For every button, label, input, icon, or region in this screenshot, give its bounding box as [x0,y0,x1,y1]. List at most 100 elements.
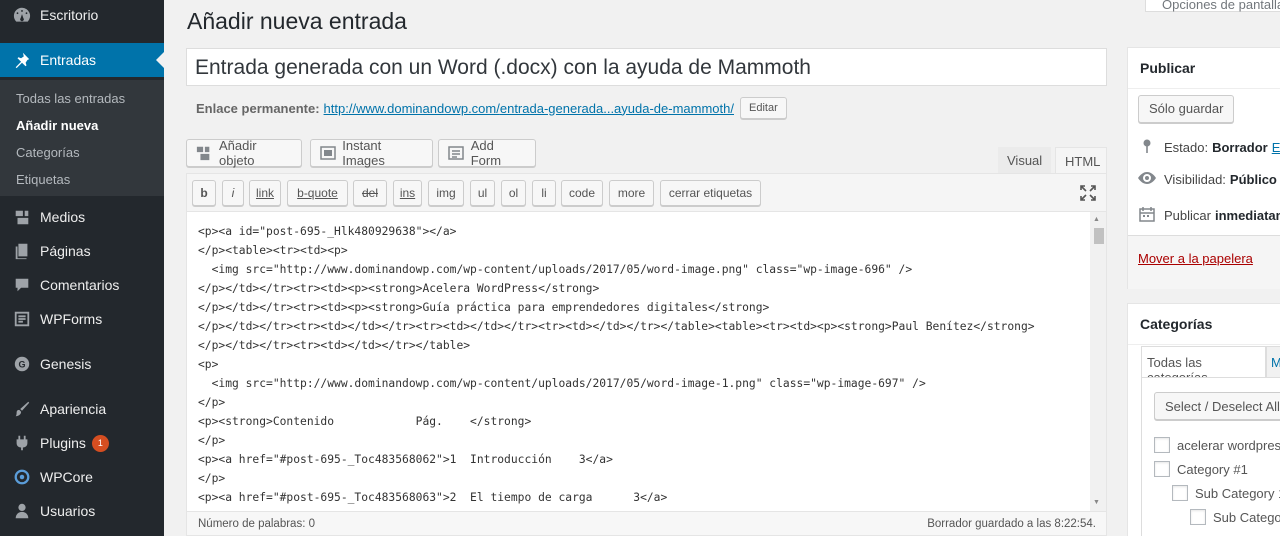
category-item[interactable]: Category #1 [1154,461,1248,477]
categories-box: Categorías Todas las categorías M Select… [1127,303,1280,536]
posts-submenu: Todas las entradas Añadir nueva Categorí… [0,80,164,196]
code-line: </p></td></tr><tr><td><p><strong>Guía pr… [198,301,770,314]
scroll-up-icon[interactable]: ▲ [1093,216,1100,223]
add-form-button[interactable]: Add Form [438,138,536,168]
sidebar-item-wpcore[interactable]: WPCore [0,460,164,494]
sidebar-item-label: Genesis [40,356,92,372]
pages-icon [12,241,32,261]
qt-img-button[interactable]: img [428,180,464,206]
editor-statusbar: Número de palabras: 0 Borrador guardado … [187,511,1106,535]
qt-italic-button[interactable]: i [222,180,244,206]
quicktags-toolbar: b i link b-quote del ins img ul ol li co… [187,174,1106,212]
code-line: <p><strong>Contenido Pág. </strong> [198,415,532,428]
qt-li-button[interactable]: li [532,180,556,206]
edit-permalink-button[interactable]: Editar [740,97,787,119]
visibility-value: Público [1229,172,1277,187]
category-checkbox[interactable] [1190,509,1206,525]
code-line: <p><a href="#post-695-_Toc483568063">2 E… [198,491,668,504]
submenu-tags[interactable]: Etiquetas [16,172,70,187]
sidebar-item-usuarios[interactable]: Usuarios [0,494,164,528]
sidebar-item-apariencia[interactable]: Apariencia [0,392,164,426]
plugin-icon [12,433,32,453]
sidebar-item-plugins[interactable]: Plugins 1 [0,426,164,460]
select-deselect-all-button[interactable]: Select / Deselect All [1154,392,1280,420]
screen-options-button[interactable]: Opciones de pantalla [1145,0,1280,12]
fullscreen-icon[interactable] [1079,184,1097,202]
forms-icon [12,309,32,329]
admin-sidebar: Escritorio Entradas Todas las entradas A… [0,0,164,536]
qt-del-button[interactable]: del [353,180,387,206]
schedule-row: Publicar inmediatam [1138,206,1280,225]
permalink-base: http://www.dominandowp.com/ [323,100,500,116]
qt-code-button[interactable]: code [561,180,603,206]
status-label: Estado: [1164,140,1209,155]
sidebar-item-label: Medios [40,209,86,225]
qt-bold-button[interactable]: b [192,180,216,206]
permalink-row: Enlace permanente: http://www.dominandow… [196,97,787,119]
submenu-all-posts[interactable]: Todas las entradas [16,91,125,106]
sidebar-item-label: Páginas [40,243,91,259]
scroll-down-icon[interactable]: ▼ [1093,499,1100,506]
category-item[interactable]: Sub Category 1 [1172,485,1280,501]
add-media-label: Añadir objeto [219,138,257,168]
qt-link-button[interactable]: link [249,180,281,206]
tab-popular-categories[interactable]: M [1266,346,1280,378]
code-line: </p><table><tr><td><p> [198,244,348,257]
media-icon [12,207,32,227]
sidebar-item-wpforms[interactable]: WPForms [0,302,164,336]
sidebar-item-medios[interactable]: Medios [0,200,164,234]
category-checkbox[interactable] [1154,437,1170,453]
submenu-categories[interactable]: Categorías [16,145,80,160]
category-label: Sub Category 1 [1195,485,1280,501]
category-checkbox[interactable] [1154,461,1170,477]
sidebar-item-genesis[interactable]: G Genesis [0,347,164,381]
comments-icon [12,275,32,295]
wpcore-icon [12,467,32,487]
tab-html[interactable]: HTML [1055,147,1107,174]
eye-icon [1138,172,1156,187]
sidebar-item-comentarios[interactable]: Comentarios [0,268,164,302]
pin-icon [1138,138,1156,157]
move-to-trash-link[interactable]: Mover a la papelera [1138,251,1253,266]
code-line: </p> [198,434,226,447]
qt-blockquote-button[interactable]: b-quote [287,180,348,206]
scroll-thumb[interactable] [1094,228,1104,244]
update-count-badge: 1 [91,434,109,452]
instant-images-button[interactable]: Instant Images [310,138,433,168]
calendar-icon [1138,206,1156,225]
category-checkbox[interactable] [1172,485,1188,501]
permalink-link[interactable]: http://www.dominandowp.com/entrada-gener… [324,101,734,116]
qt-more-button[interactable]: more [609,180,654,206]
code-line: <p><a href="#post-695-_Toc483568062">1 I… [198,453,613,466]
html-code-textarea[interactable]: <p><a id="post-695-_Hlk480929638"></a> </… [187,212,1090,511]
visibility-row: Visibilidad: Público E [1138,172,1280,187]
qt-close-tags-button[interactable]: cerrar etiquetas [660,180,761,206]
edit-status-link[interactable]: Edi [1272,140,1280,155]
sidebar-item-label: Usuarios [40,503,96,519]
post-title-input[interactable]: Entrada generada con un Word (.docx) con… [186,48,1107,86]
code-line: <img src="http://www.dominandowp.com/wp-… [198,263,913,276]
qt-ul-button[interactable]: ul [470,180,495,206]
tab-all-categories[interactable]: Todas las categorías [1141,346,1266,385]
schedule-label: Publicar [1164,208,1211,223]
category-item[interactable]: Sub Catego [1190,509,1280,525]
publish-title: Publicar [1128,48,1280,89]
editor-scrollbar[interactable]: ▲ ▼ [1090,212,1106,511]
sidebar-item-entradas[interactable]: Entradas [0,43,164,77]
qt-ins-button[interactable]: ins [393,180,422,206]
save-draft-button[interactable]: Sólo guardar [1138,95,1235,123]
category-label: acelerar wordpress [1177,437,1280,453]
add-media-button[interactable]: Añadir objeto [186,138,302,168]
submenu-add-new[interactable]: Añadir nueva [16,118,98,133]
code-line: <p><a id="post-695-_Hlk480929638"></a> [198,225,457,238]
tab-visual[interactable]: Visual [998,147,1052,174]
category-item[interactable]: acelerar wordpress [1154,437,1280,453]
sidebar-item-label: WPForms [40,311,103,327]
code-line: </p> [198,396,226,409]
visibility-label: Visibilidad: [1164,172,1226,187]
qt-ol-button[interactable]: ol [501,180,526,206]
form-icon [447,145,465,161]
pin-icon [12,50,32,70]
sidebar-item-escritorio[interactable]: Escritorio [0,0,164,32]
sidebar-item-paginas[interactable]: Páginas [0,234,164,268]
